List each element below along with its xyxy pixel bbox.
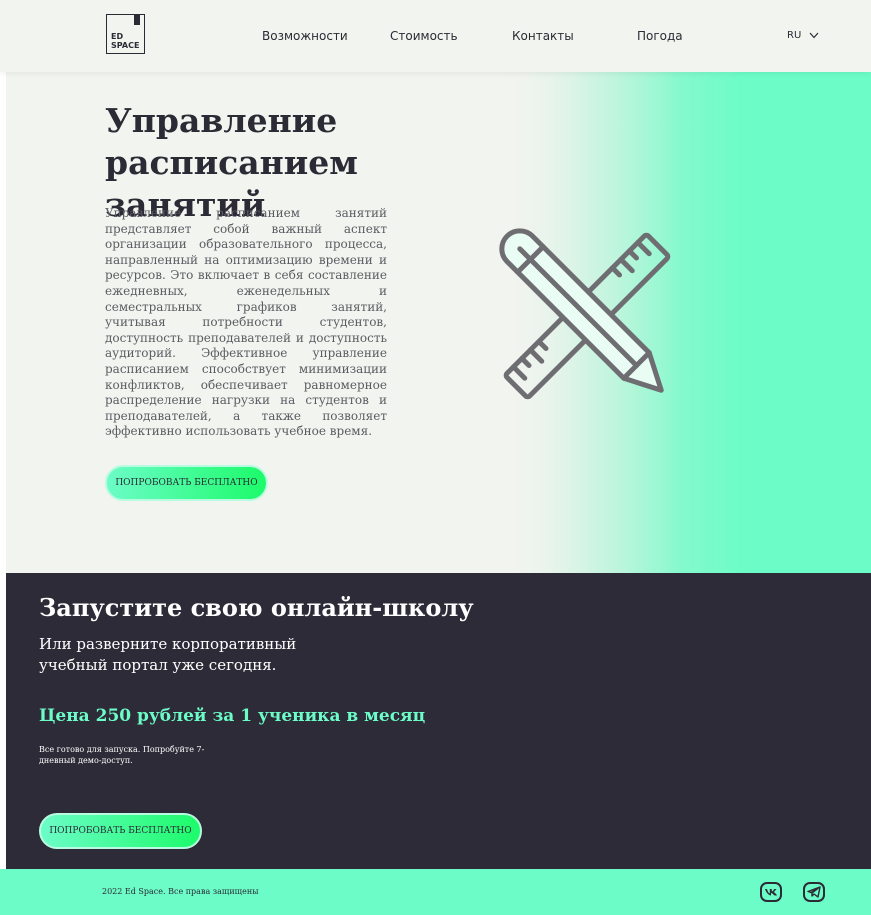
logo-text-line-1: ED bbox=[111, 32, 124, 41]
promo-section: Запустите свою онлайн-школу Или разверни… bbox=[6, 573, 871, 869]
site-footer: 2022 Ed Space. Все права защищены bbox=[0, 869, 871, 915]
nav-item-weather[interactable]: Погода bbox=[637, 29, 683, 43]
promo-title: Запустите свою онлайн-школу bbox=[39, 593, 474, 622]
hero-section: Управление расписанием занятий Управлени… bbox=[6, 72, 871, 573]
bookmark-icon bbox=[134, 14, 140, 28]
copyright-text: 2022 Ed Space. Все права защищены bbox=[102, 887, 259, 896]
nav-item-features[interactable]: Возможности bbox=[262, 29, 348, 43]
promo-note: Все готово для запуска. Попробуйте 7-дне… bbox=[39, 745, 205, 765]
pencil-ruler-icon bbox=[499, 228, 671, 400]
telegram-icon[interactable] bbox=[803, 882, 825, 902]
logo-text-line-2: SPACE bbox=[111, 41, 140, 50]
hero-title-line-1: Управление bbox=[105, 101, 338, 140]
chevron-down-icon bbox=[809, 32, 819, 39]
nav-item-pricing[interactable]: Стоимость bbox=[390, 29, 458, 43]
vk-icon[interactable] bbox=[760, 882, 782, 902]
try-free-button[interactable]: ПОПРОБОВАТЬ БЕСПЛАТНО bbox=[105, 465, 268, 501]
nav-item-contacts[interactable]: Контакты bbox=[512, 29, 574, 43]
hero-description: Управление расписанием занятий представл… bbox=[105, 206, 387, 439]
promo-price: Цена 250 рублей за 1 ученика в месяц bbox=[39, 706, 426, 726]
language-selector[interactable]: RU bbox=[787, 30, 819, 41]
promo-try-free-button[interactable]: ПОПРОБОВАТЬ БЕСПЛАТНО bbox=[39, 813, 202, 849]
promo-subtitle: Или разверните корпоративный учебный пор… bbox=[39, 635, 297, 674]
language-label: RU bbox=[787, 30, 802, 41]
site-header: ED SPACE Возможности Стоимость Контакты … bbox=[0, 0, 871, 72]
ed-space-logo[interactable]: ED SPACE bbox=[106, 14, 145, 54]
